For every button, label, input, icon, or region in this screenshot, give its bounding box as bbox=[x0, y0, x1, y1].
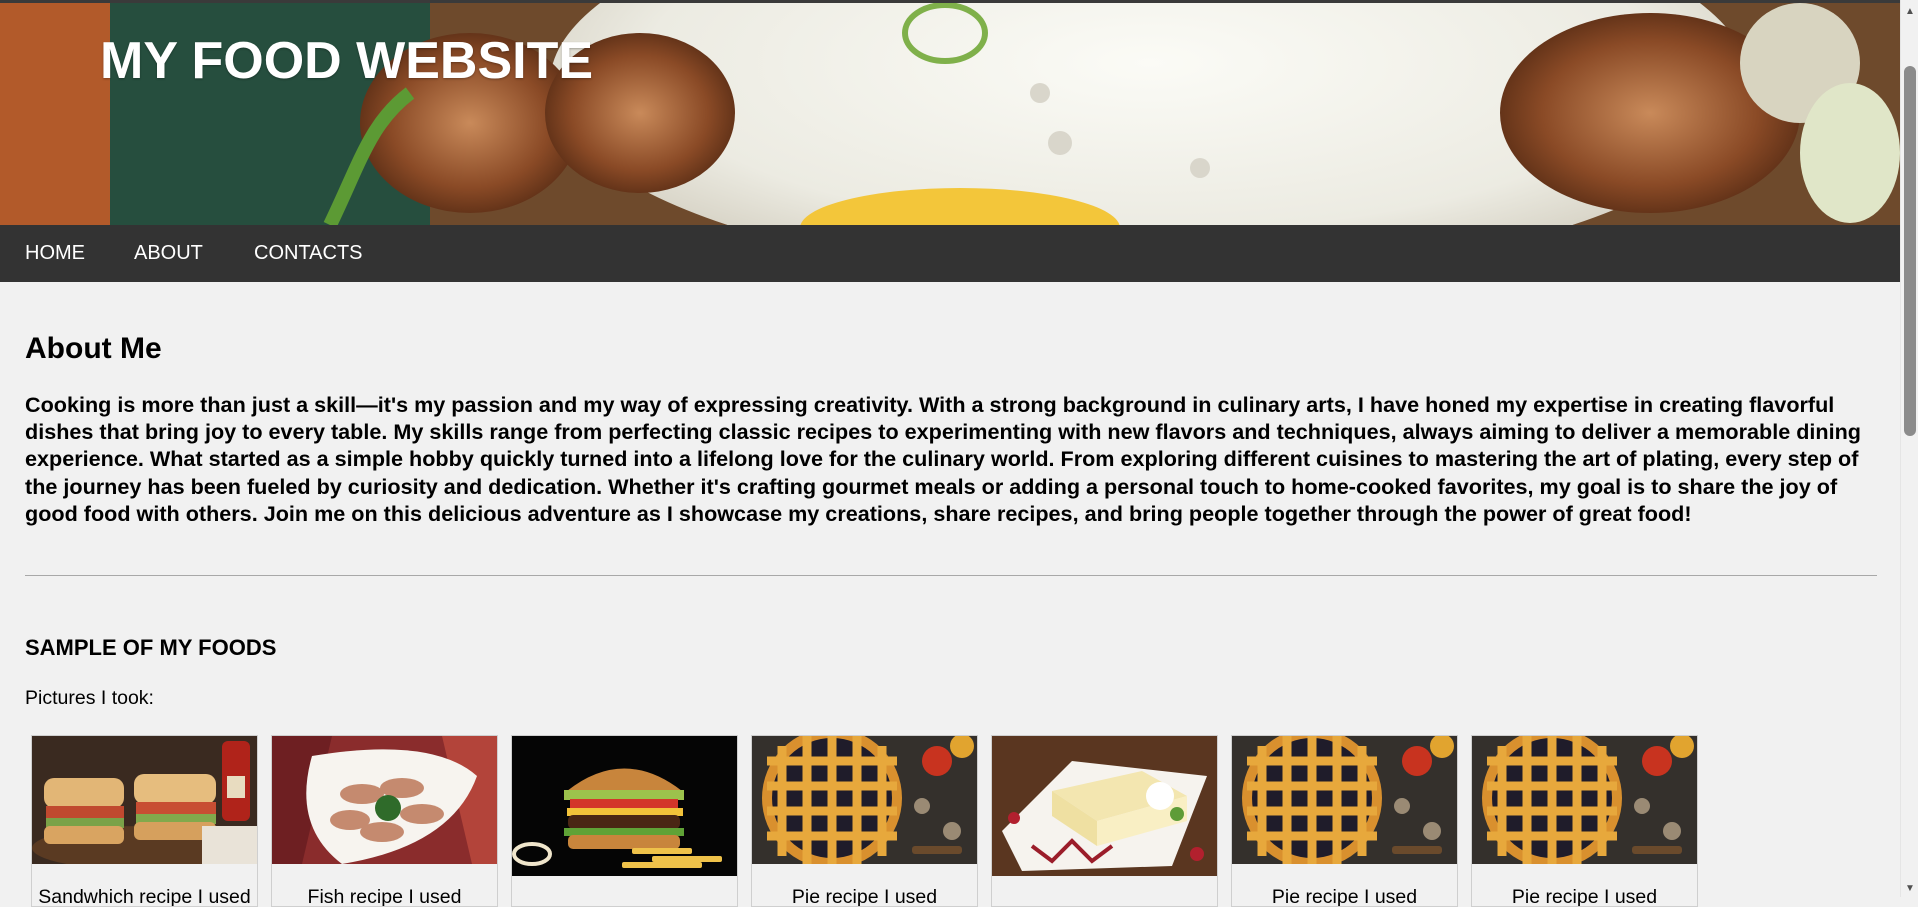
section-divider bbox=[25, 575, 1877, 576]
pie-image bbox=[752, 736, 977, 864]
nav-home-link[interactable]: HOME bbox=[25, 225, 85, 282]
food-card-pie[interactable]: Pie recipe I used bbox=[1471, 735, 1698, 907]
main-nav: HOME ABOUT CONTACTS bbox=[0, 225, 1900, 282]
nav-about-link[interactable]: ABOUT bbox=[134, 225, 203, 282]
food-card-pie[interactable]: Pie recipe I used bbox=[1231, 735, 1458, 907]
food-card-cheesecake[interactable] bbox=[991, 735, 1218, 907]
scroll-down-arrow-icon[interactable]: ▼ bbox=[1901, 880, 1918, 897]
site-title: MY FOOD WEBSITE bbox=[100, 32, 594, 90]
samples-heading: SAMPLE OF MY FOODS bbox=[25, 635, 277, 660]
site-header-banner: MY FOOD WEBSITE bbox=[0, 3, 1900, 225]
scrollbar-thumb[interactable] bbox=[1904, 66, 1916, 436]
food-gallery: Sandwhich recipe I used Fish recipe I us… bbox=[31, 735, 1731, 907]
vertical-scrollbar[interactable]: ▲ ▼ bbox=[1900, 0, 1918, 897]
food-card-fish[interactable]: Fish recipe I used bbox=[271, 735, 498, 907]
about-paragraph: Cooking is more than just a skill—it's m… bbox=[25, 392, 1861, 526]
food-card-sandwich[interactable]: Sandwhich recipe I used bbox=[31, 735, 258, 907]
about-heading: About Me bbox=[25, 332, 162, 365]
food-card-pie[interactable]: Pie recipe I used bbox=[751, 735, 978, 907]
pictures-label: Pictures I took: bbox=[25, 687, 154, 709]
cheesecake-image bbox=[992, 736, 1217, 876]
burger-image bbox=[512, 736, 737, 876]
scroll-up-arrow-icon[interactable]: ▲ bbox=[1901, 3, 1918, 20]
pie-image bbox=[1472, 736, 1697, 864]
sandwich-image bbox=[32, 736, 257, 864]
food-card-burger[interactable] bbox=[511, 735, 738, 907]
fish-image bbox=[272, 736, 497, 864]
pie-image bbox=[1232, 736, 1457, 864]
nav-contacts-link[interactable]: CONTACTS bbox=[254, 225, 363, 282]
